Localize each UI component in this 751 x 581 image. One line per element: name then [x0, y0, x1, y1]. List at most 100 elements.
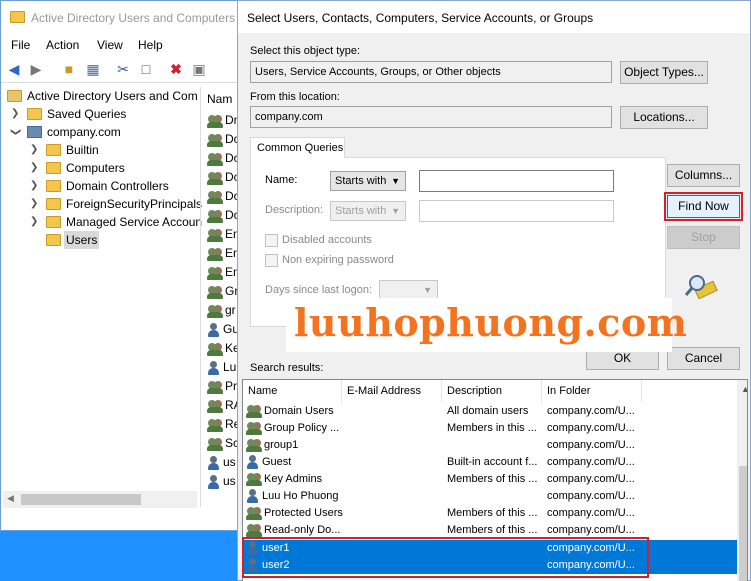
result-row[interactable]: Key Admins Members of this ... company.c… — [243, 471, 737, 488]
result-row[interactable]: Domain Users All domain users company.co… — [243, 403, 737, 420]
description-label: Description: — [265, 204, 324, 216]
scroll-thumb[interactable] — [21, 494, 141, 505]
list-item[interactable]: us — [207, 472, 236, 491]
scroll-left-icon[interactable]: ◀ — [7, 493, 14, 504]
list-item[interactable]: Do — [207, 168, 240, 187]
name-mode-select[interactable]: Starts with ▼ — [330, 171, 406, 191]
chevron-right-icon[interactable]: ❯ — [30, 177, 38, 195]
chevron-right-icon[interactable]: ❯ — [30, 141, 38, 159]
group-icon — [207, 133, 223, 147]
column-header-folder[interactable]: In Folder — [542, 380, 642, 402]
tab-common-queries[interactable]: Common Queries — [250, 137, 345, 158]
domain-icon — [27, 126, 42, 138]
user-icon — [246, 455, 260, 470]
scroll-up-icon[interactable]: ▲ — [741, 384, 747, 394]
list-item[interactable]: Re — [207, 415, 240, 434]
group-icon — [207, 209, 223, 223]
list-item[interactable]: Do — [207, 149, 240, 168]
ou-folder-icon — [46, 180, 61, 192]
list-item[interactable]: Gr — [207, 282, 238, 301]
group-icon — [207, 399, 223, 413]
description-input[interactable] — [419, 200, 614, 222]
chevron-right-icon[interactable]: ❯ — [30, 195, 38, 213]
result-row[interactable]: Guest Built-in account f... company.com/… — [243, 454, 737, 471]
disabled-accounts-checkbox[interactable] — [265, 234, 278, 247]
list-item[interactable]: us — [207, 453, 236, 472]
description-mode-select[interactable]: Starts with ▼ — [330, 201, 406, 221]
menu-help[interactable]: Help — [138, 38, 163, 52]
group-icon — [246, 438, 262, 453]
menu-file[interactable]: File — [11, 38, 30, 52]
list-item[interactable]: RA — [207, 396, 240, 415]
group-icon — [246, 523, 262, 538]
cancel-button[interactable]: Cancel — [667, 347, 740, 370]
user-icon — [207, 474, 221, 489]
cut-icon[interactable]: ✂ — [115, 61, 131, 77]
copy-icon[interactable]: □ — [138, 61, 154, 77]
tree-item-label: Builtin — [66, 143, 99, 157]
list-item[interactable]: Dn — [207, 111, 240, 130]
console-tree-icon[interactable]: ▦ — [85, 61, 101, 77]
location-label: From this location: — [250, 91, 340, 103]
list-item[interactable]: Do — [207, 187, 240, 206]
group-icon — [246, 506, 262, 521]
list-item[interactable]: Do — [207, 206, 240, 225]
list-item[interactable]: Sc — [207, 434, 239, 453]
list-item[interactable]: gr — [207, 301, 236, 320]
group-icon — [207, 114, 223, 128]
forward-arrow-icon[interactable]: ▶ — [28, 61, 44, 77]
menu-view[interactable]: View — [97, 38, 123, 52]
chevron-right-icon[interactable]: ❯ — [11, 105, 19, 123]
list-item[interactable]: Do — [207, 130, 240, 149]
column-header-email[interactable]: E-Mail Address — [342, 380, 442, 402]
properties-icon[interactable]: ▣ — [191, 61, 207, 77]
scroll-thumb[interactable] — [739, 466, 747, 581]
tree-horizontal-scrollbar[interactable]: ◀ — [3, 491, 197, 508]
chevron-down-icon[interactable]: ❯ — [6, 128, 24, 136]
group-icon — [207, 190, 223, 204]
menu-action[interactable]: Action — [46, 38, 79, 52]
details-list: Nam Dn Do Do Do Do Do En En En Gr gr Gu … — [200, 87, 240, 507]
tree-item-label: Saved Queries — [47, 107, 127, 121]
days-since-select[interactable]: ▼ — [379, 280, 438, 300]
object-types-button[interactable]: Object Types... — [620, 61, 708, 84]
folder-icon — [46, 234, 61, 246]
group-icon — [246, 421, 262, 436]
group-icon — [207, 437, 223, 451]
delete-icon[interactable]: ✖ — [168, 61, 184, 77]
locations-button[interactable]: Locations... — [620, 106, 708, 129]
name-input[interactable] — [419, 170, 614, 192]
chevron-right-icon[interactable]: ❯ — [30, 213, 38, 231]
column-header-description[interactable]: Description — [442, 380, 542, 402]
list-item[interactable]: Gu — [207, 320, 239, 339]
dialog-title-bar: Select Users, Contacts, Computers, Servi… — [238, 1, 750, 33]
group-icon — [207, 418, 223, 432]
back-arrow-icon[interactable]: ◀ — [6, 61, 22, 77]
chevron-down-icon: ▼ — [391, 176, 400, 186]
folder-icon — [46, 216, 61, 228]
list-item[interactable]: Lu — [207, 358, 236, 377]
group-icon — [207, 228, 223, 242]
tree-item-label: Users — [64, 231, 100, 249]
column-header-name[interactable]: Name — [243, 380, 342, 402]
stop-button[interactable]: Stop — [667, 226, 740, 249]
list-item[interactable]: En — [207, 244, 240, 263]
list-item[interactable]: En — [207, 225, 240, 244]
results-vertical-scrollbar[interactable]: ▲ — [737, 380, 747, 581]
list-item[interactable]: En — [207, 263, 240, 282]
chevron-right-icon[interactable]: ❯ — [30, 159, 38, 177]
object-type-label: Select this object type: — [250, 45, 361, 57]
result-row[interactable]: Protected Users Members of this ... comp… — [243, 505, 737, 522]
list-item[interactable]: Pr — [207, 377, 237, 396]
columns-button[interactable]: Columns... — [667, 164, 740, 187]
result-row[interactable]: group1 company.com/U... — [243, 437, 737, 454]
list-column-header[interactable]: Nam — [207, 92, 232, 106]
list-item[interactable]: Ke — [207, 339, 240, 358]
dialog-title: Select Users, Contacts, Computers, Servi… — [247, 11, 594, 25]
user-icon — [207, 322, 221, 337]
tree-item-label: Computers — [66, 161, 125, 175]
folder-up-icon[interactable]: ■ — [61, 61, 77, 77]
non-expiring-checkbox[interactable] — [265, 254, 278, 267]
result-row[interactable]: Group Policy ... Members in this ... com… — [243, 420, 737, 437]
result-row[interactable]: Luu Ho Phuong company.com/U... — [243, 488, 737, 505]
